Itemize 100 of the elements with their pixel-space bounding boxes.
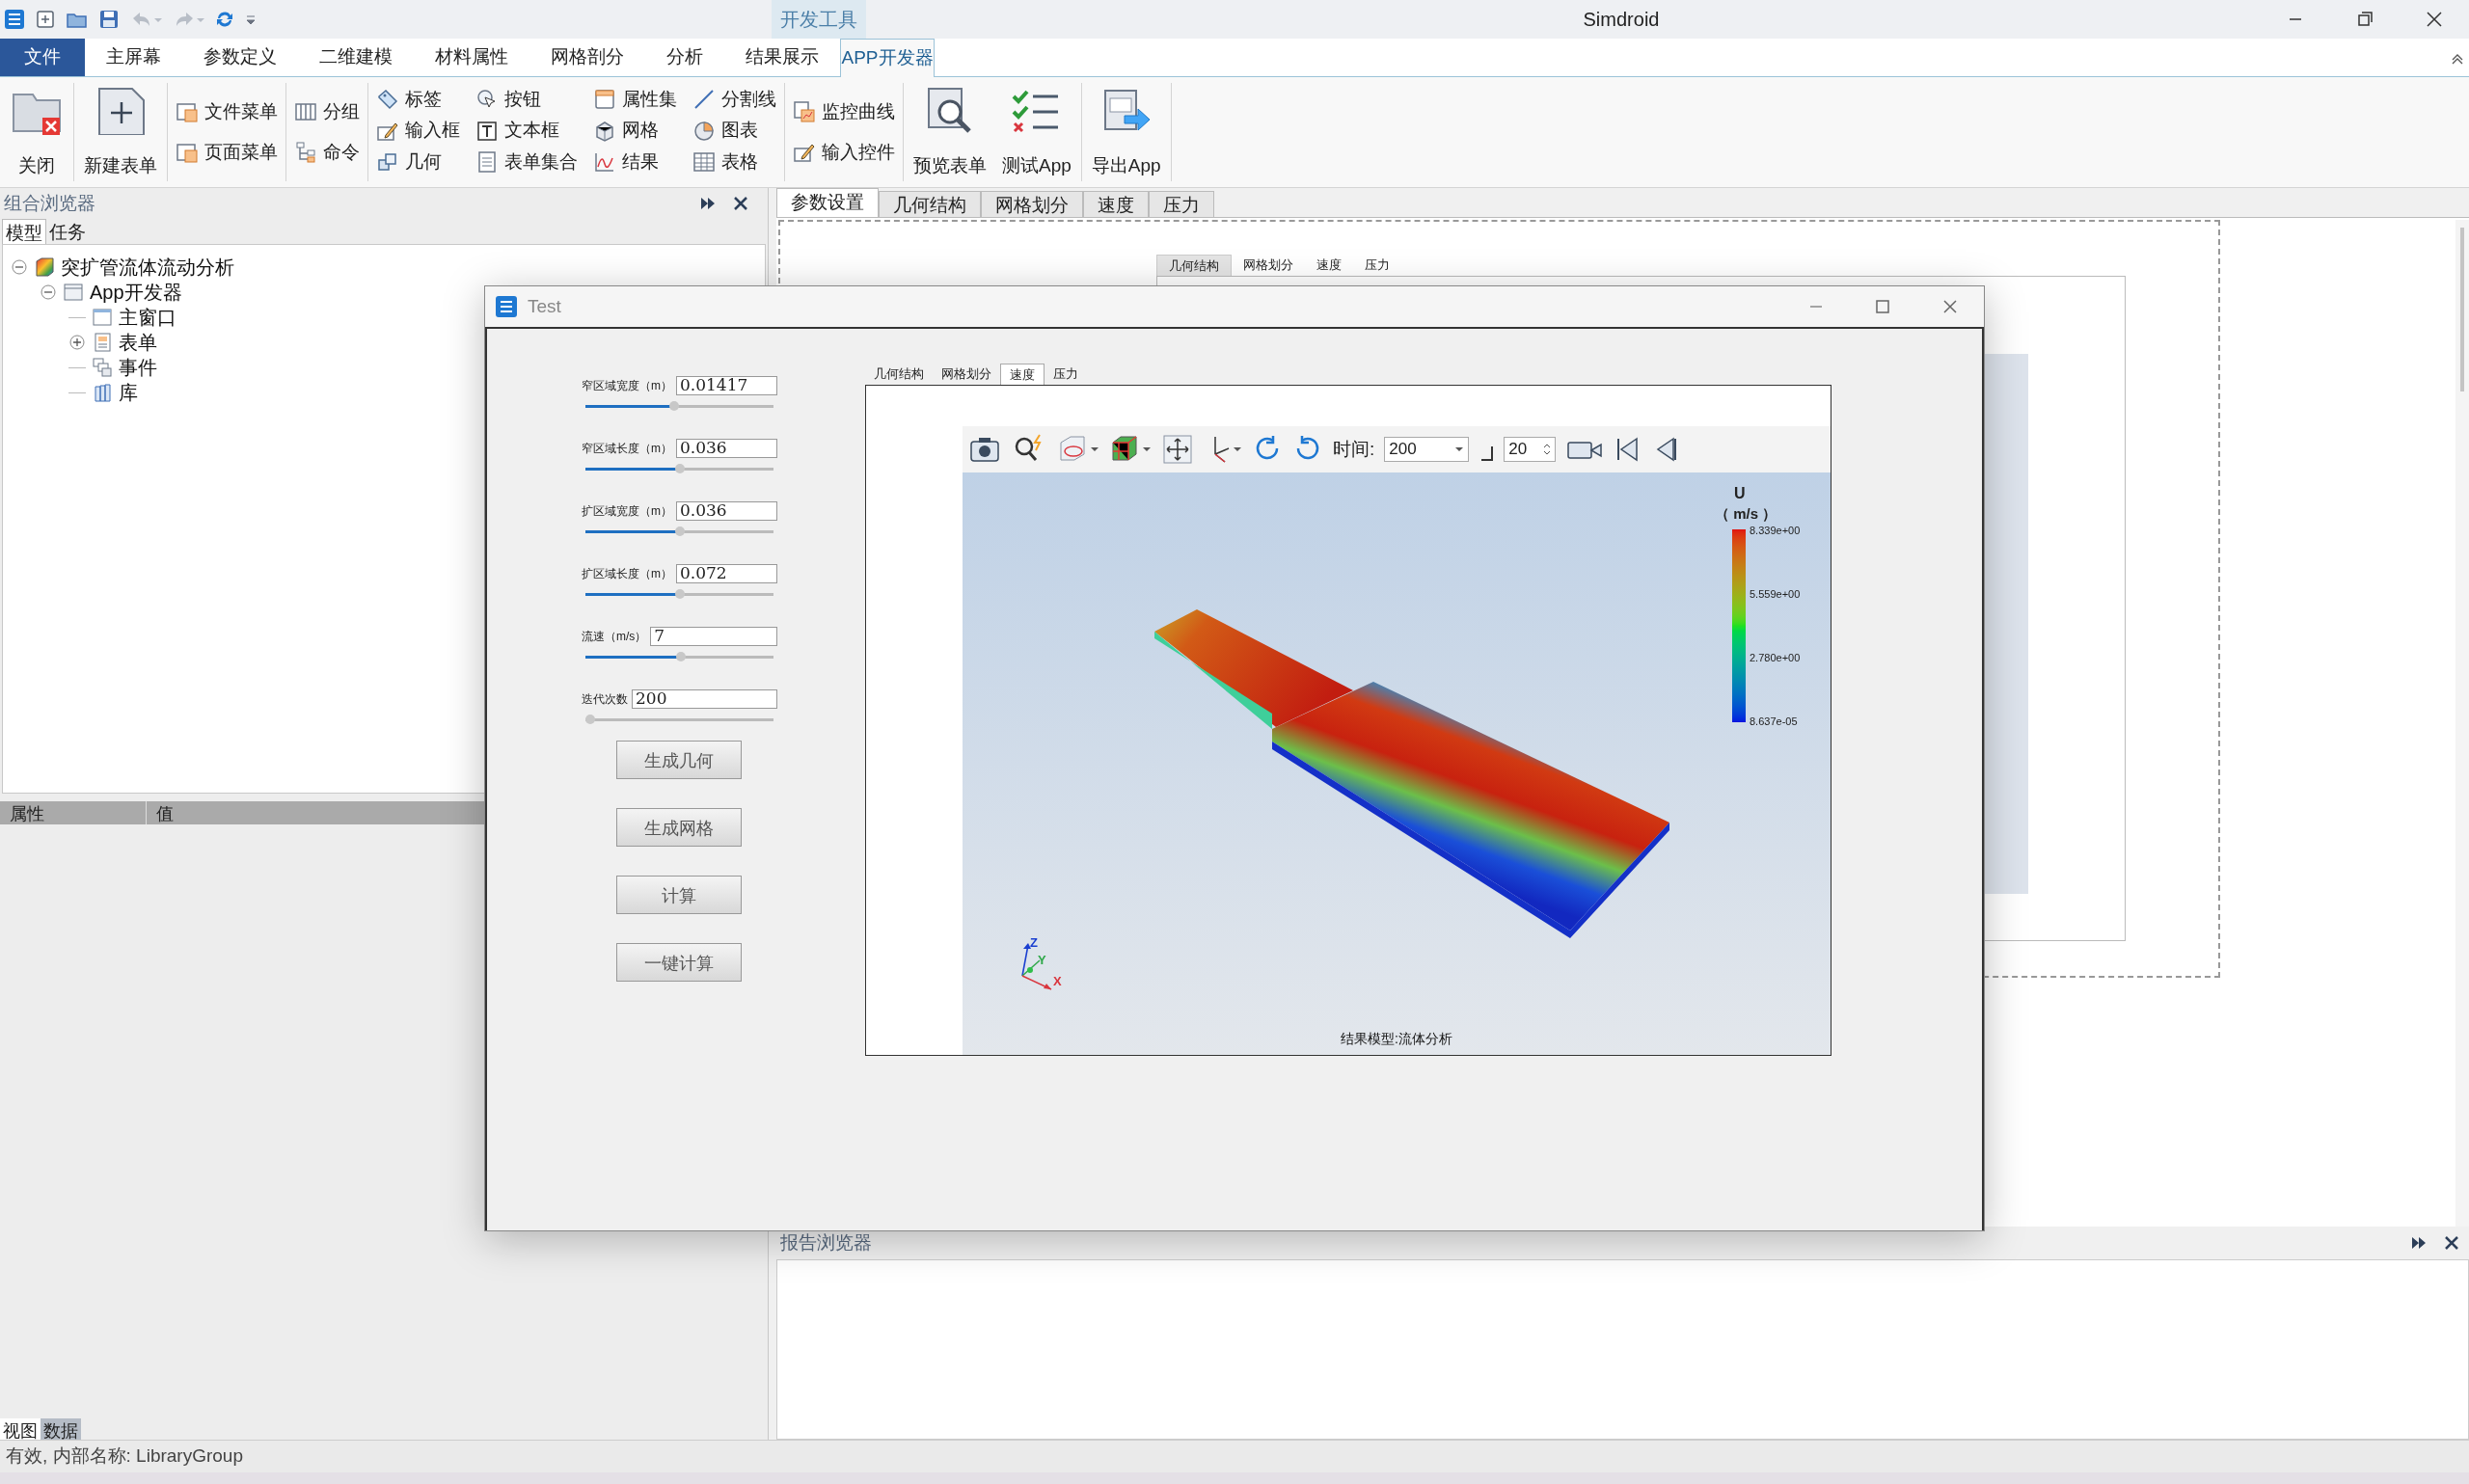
slider-thumb[interactable] [676, 652, 687, 661]
ribbon-button[interactable]: 测试App [998, 83, 1075, 181]
panel-title: 报告浏览器 [780, 1230, 872, 1255]
file-menu-button[interactable]: 文件 [0, 39, 85, 76]
menu-window-icon [176, 141, 199, 164]
ribbon-tab[interactable]: 结果展示 [724, 39, 840, 76]
ribbon-button[interactable]: 表格 [691, 148, 778, 177]
ribbon-button[interactable]: 网格 [591, 116, 679, 146]
ribbon-tab[interactable]: 材料属性 [414, 39, 529, 76]
app-window-icon [63, 282, 84, 303]
slider-thumb[interactable] [674, 464, 685, 473]
ribbon-button[interactable]: 按钮 [474, 85, 580, 114]
ribbon-button[interactable]: 几何 [374, 148, 462, 177]
collapse-icon[interactable] [11, 258, 28, 276]
input-field[interactable]: 7 [650, 627, 777, 646]
save-icon[interactable] [98, 9, 120, 30]
columns-icon [294, 100, 317, 123]
editor-tab[interactable]: 压力 [1149, 191, 1214, 217]
ribbon-tab[interactable]: 二维建模 [298, 39, 414, 76]
input-field[interactable]: 0.036 [676, 439, 777, 458]
ribbon-button[interactable]: 文本框 [474, 116, 580, 146]
ribbon-button[interactable]: 页面菜单 [174, 138, 280, 167]
books-icon [92, 382, 113, 403]
slider-thumb[interactable] [585, 715, 595, 724]
panel-tab[interactable]: 任务 [46, 219, 89, 244]
chart-document-icon [793, 100, 816, 123]
preview-tab[interactable]: 压力 [1353, 255, 1401, 276]
step-spinbox[interactable]: 20 [1504, 437, 1557, 462]
ribbon-button[interactable]: 图表 [691, 116, 778, 146]
slider[interactable] [585, 588, 773, 600]
view-tab[interactable]: 压力 [1045, 364, 1087, 385]
ribbon-tab[interactable]: 参数定义 [182, 39, 298, 76]
panel-tab[interactable]: 模型 [2, 219, 46, 244]
ribbon-tab[interactable]: 网格剖分 [529, 39, 645, 76]
preview-tab[interactable]: 几何结构 [1156, 255, 1232, 276]
caret-icon [1454, 445, 1465, 454]
slider[interactable] [585, 651, 773, 662]
ribbon-button[interactable]: 表单集合 [474, 148, 580, 177]
slider-thumb[interactable] [674, 589, 685, 599]
editor-tab[interactable]: 参数设置 [776, 188, 879, 217]
fit-view-icon[interactable] [1161, 433, 1194, 466]
ribbon-button[interactable]: 分组 [292, 97, 362, 126]
panel-title: 组合浏览器 [4, 191, 95, 215]
legend-value: 2.780e+00 [1750, 651, 1801, 663]
input-field[interactable]: 0.01417 [676, 376, 777, 395]
ribbon-button[interactable]: 文件菜单 [174, 97, 280, 126]
axis-label: Z [1030, 935, 1038, 950]
time-dropdown[interactable]: 200 [1384, 437, 1470, 462]
ribbon-tab[interactable]: APP开发器 [840, 39, 935, 77]
preview-tab[interactable]: 速度 [1305, 255, 1353, 276]
ribbon-button[interactable]: 命令 [292, 138, 362, 167]
vertical-scrollbar[interactable] [2455, 220, 2469, 1227]
ribbon-button[interactable]: 属性集 [591, 85, 679, 114]
field-label: 窄区域长度（m） [582, 441, 672, 457]
slider-thumb[interactable] [668, 401, 679, 411]
editor-tab[interactable]: 速度 [1083, 191, 1149, 217]
slider[interactable] [585, 463, 773, 474]
view-tab[interactable]: 网格划分 [933, 364, 1000, 385]
panel-tab[interactable]: 视图 [0, 1418, 41, 1440]
panel-tab[interactable]: 数据 [41, 1418, 81, 1440]
axis-label: X [1053, 974, 1062, 988]
input-field[interactable]: 200 [632, 689, 777, 709]
slider[interactable] [585, 400, 773, 412]
viewer-caption: 结果模型:流体分析 [1341, 1030, 1452, 1048]
action-button[interactable]: 计算 [616, 876, 742, 914]
ribbon-button[interactable]: 关闭 [6, 83, 68, 181]
ribbon-button[interactable]: 输入框 [374, 116, 462, 146]
view-tab[interactable]: 速度 [1000, 364, 1045, 385]
action-button[interactable]: 一键计算 [616, 943, 742, 982]
window-icon [92, 307, 113, 328]
slider-thumb[interactable] [674, 526, 685, 536]
collapse-icon[interactable] [40, 283, 57, 301]
ribbon-button[interactable]: 标签 [374, 85, 462, 114]
time-label: 时间: [1333, 437, 1375, 461]
ribbon-button[interactable]: 预览表单 [909, 83, 990, 181]
view-tab[interactable]: 几何结构 [865, 364, 933, 385]
preview-tab[interactable]: 网格划分 [1232, 255, 1305, 276]
field-label: 扩区域宽度（m） [582, 503, 672, 520]
ribbon-button[interactable]: 输入控件 [791, 138, 897, 167]
editor-tab[interactable]: 几何结构 [879, 191, 981, 217]
ribbon-button[interactable]: 新建表单 [80, 83, 161, 181]
editor-tab[interactable]: 网格划分 [981, 191, 1083, 217]
legend-value: 8.339e+00 [1750, 524, 1801, 536]
ribbon-button[interactable]: 分割线 [691, 85, 778, 114]
expand-icon[interactable] [68, 334, 86, 351]
slider[interactable] [585, 714, 773, 725]
ribbon-button[interactable]: 导出App [1087, 83, 1165, 181]
axis-label: Y [1038, 953, 1046, 967]
input-field[interactable]: 0.072 [676, 564, 777, 583]
action-button[interactable]: 生成网格 [616, 808, 742, 847]
slider[interactable] [585, 526, 773, 537]
action-button[interactable]: 生成几何 [616, 741, 742, 779]
input-field[interactable]: 0.036 [676, 501, 777, 521]
ribbon-button[interactable]: 结果 [591, 148, 679, 177]
ribbon-button[interactable]: 监控曲线 [791, 97, 897, 126]
new-file-icon[interactable] [35, 9, 56, 30]
hierarchy-icon [294, 141, 317, 164]
panel-icon [593, 88, 616, 111]
ribbon-tab[interactable]: 主屏幕 [85, 39, 182, 76]
ribbon-tab[interactable]: 分析 [645, 39, 724, 76]
